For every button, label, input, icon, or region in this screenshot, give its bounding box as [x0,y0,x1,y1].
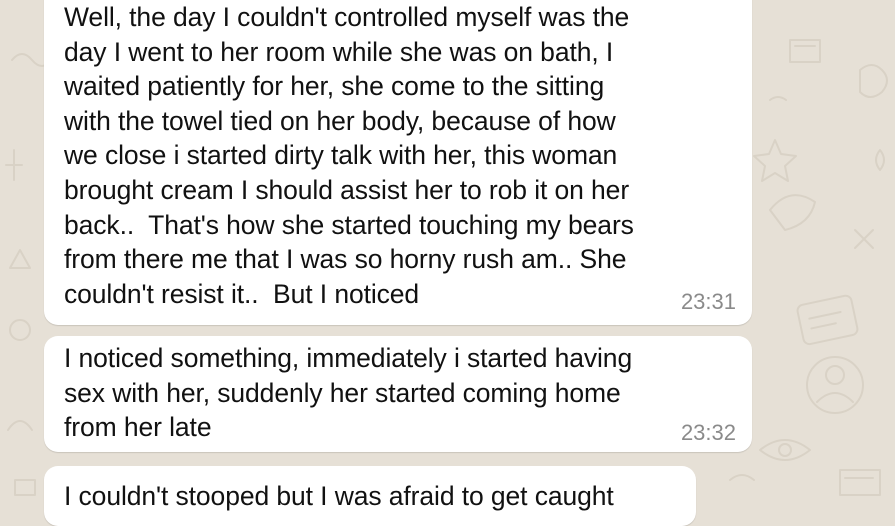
message-bubble[interactable]: I noticed something, immediately i start… [44,336,752,452]
message-timestamp: 23:32 [680,420,736,445]
message-bubble[interactable]: Well, the day I couldn't controlled myse… [44,0,752,325]
message-bubble[interactable]: I couldn't stooped but I was afraid to g… [44,466,696,526]
message-text: I couldn't stooped but I was afraid to g… [64,481,614,511]
message-text: I noticed something, immediately i start… [64,343,633,443]
message-text: Well, the day I couldn't controlled myse… [64,2,634,309]
message-timestamp: 23:31 [680,289,736,314]
